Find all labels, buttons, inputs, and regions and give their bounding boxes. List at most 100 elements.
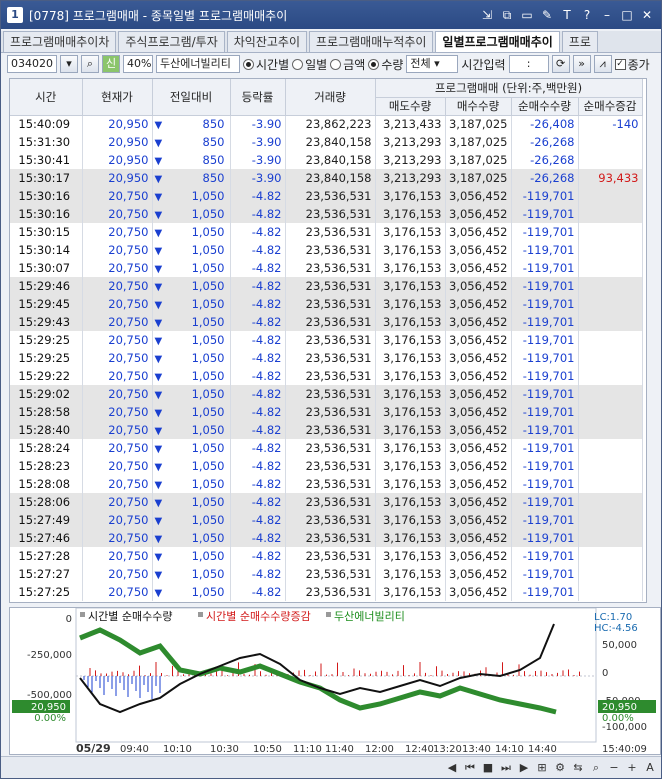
table-cell: ▼ 1,050	[152, 421, 231, 439]
header-price[interactable]: 현재가	[82, 79, 153, 116]
down-arrow-icon: ▼	[154, 264, 163, 275]
scroll-left-icon[interactable]: ◀	[445, 761, 459, 774]
select-all[interactable]: 전체 ▾	[406, 55, 459, 73]
header-change[interactable]: 전일대비	[152, 79, 231, 116]
maximize-icon[interactable]: □	[619, 7, 635, 23]
table-cell: 20,750	[82, 349, 153, 367]
stop-icon[interactable]: ■	[481, 761, 495, 774]
date-label: 05/29	[76, 742, 111, 754]
chart-type-icon[interactable]: ⊞	[535, 761, 549, 774]
radio-time-dot[interactable]	[243, 58, 254, 70]
tab-4[interactable]: 일별프로그램매매추이	[435, 31, 560, 52]
radio-day[interactable]: 일별	[292, 56, 327, 73]
radio-time[interactable]: 시간별	[243, 56, 289, 73]
table-row[interactable]: 15:30:16 20,750 ▼ 1,050 -4.82 23,536,531 3,176…	[10, 205, 643, 223]
header-net-qty[interactable]: 순매수수량	[511, 97, 579, 116]
radio-qty[interactable]: 수량	[368, 56, 403, 73]
chart-toggle-icon[interactable]: ⩘	[593, 55, 612, 73]
table-row[interactable]: 15:28:58 20,750 ▼ 1,050 -4.82 23,536,531 3,176…	[10, 403, 643, 421]
page-next-icon[interactable]: ▶	[517, 761, 531, 774]
table-row[interactable]: 15:30:17 20,950 ▼ 850 -3.90 23,840,158 3,213,2…	[10, 169, 643, 187]
radio-day-dot[interactable]	[292, 58, 304, 70]
table-row[interactable]: 15:27:46 20,750 ▼ 1,050 -4.82 23,536,531 3,176…	[10, 529, 643, 547]
radio-amount[interactable]: 금액	[330, 56, 365, 73]
table-row[interactable]: 15:31:30 20,950 ▼ 850 -3.90 23,840,158 3,213,2…	[10, 133, 643, 151]
window-title: [0778] 프로그램매매 - 종목일별 프로그램매매추이	[29, 7, 479, 24]
legend-label: 두산에너빌리티	[334, 610, 405, 623]
search-icon[interactable]: ⌕	[81, 55, 99, 73]
data-table-container[interactable]: 시간 현재가 전일대비 등락률 거래량 프로그램매매 (단위:주,백만원) 매도…	[9, 78, 647, 603]
table-row[interactable]: 15:28:08 20,750 ▼ 1,050 -4.82 23,536,531 3,176…	[10, 475, 643, 493]
table-row[interactable]: 15:30:41 20,950 ▼ 850 -3.90 23,840,158 3,213,2…	[10, 151, 643, 169]
table-cell: -119,701	[511, 259, 579, 277]
table-row[interactable]: 15:28:24 20,750 ▼ 1,050 -4.82 23,536,531 3,176…	[10, 439, 643, 457]
table-cell: 3,056,452	[445, 295, 512, 313]
tab-1[interactable]: 주식프로그램/투자	[118, 31, 225, 52]
font-icon[interactable]: T	[559, 7, 575, 23]
table-row[interactable]: 15:27:25 20,750 ▼ 1,050 -4.82 23,536,531 3,176…	[10, 583, 643, 601]
header-time[interactable]: 시간	[10, 79, 83, 116]
header-buy-qty[interactable]: 매수수량	[445, 97, 512, 116]
radio-amount-dot[interactable]	[330, 58, 342, 70]
table-row[interactable]: 15:30:07 20,750 ▼ 1,050 -4.82 23,536,531 3,176…	[10, 259, 643, 277]
table-row[interactable]: 15:29:43 20,750 ▼ 1,050 -4.82 23,536,531 3,176…	[10, 313, 643, 331]
table-cell	[578, 151, 643, 169]
tab-0[interactable]: 프로그램매매추이차	[3, 31, 117, 52]
table-row[interactable]: 15:28:23 20,750 ▼ 1,050 -4.82 23,536,531 3,176…	[10, 457, 643, 475]
first-icon[interactable]: ⏮	[463, 761, 477, 775]
table-row[interactable]: 15:29:25 20,750 ▼ 1,050 -4.82 23,536,531 3,176…	[10, 331, 643, 349]
text-size-icon[interactable]: A	[643, 761, 657, 774]
down-arrow-icon: ▼	[154, 336, 163, 347]
magnify-icon[interactable]: ⌕	[589, 761, 603, 775]
table-cell: 15:30:15	[10, 223, 83, 241]
table-row[interactable]: 15:28:06 20,750 ▼ 1,050 -4.82 23,536,531 3,176…	[10, 493, 643, 511]
table-cell: -140	[578, 115, 643, 133]
help-icon[interactable]: ?	[579, 7, 595, 23]
zoom-in-icon[interactable]: +	[625, 761, 639, 774]
next-icon[interactable]: »	[572, 55, 591, 73]
table-row[interactable]: 15:30:16 20,750 ▼ 1,050 -4.82 23,536,531 3,176…	[10, 187, 643, 205]
zoom-out-icon[interactable]: −	[607, 761, 621, 774]
time-input[interactable]: :	[508, 55, 549, 73]
new-badge[interactable]: 신	[102, 55, 120, 73]
tab-3[interactable]: 프로그램매매누적추이	[309, 31, 434, 52]
table-row[interactable]: 15:27:49 20,750 ▼ 1,050 -4.82 23,536,531 3,176…	[10, 511, 643, 529]
table-row[interactable]: 15:30:15 20,750 ▼ 1,050 -4.82 23,536,531 3,176…	[10, 223, 643, 241]
minimize-icon[interactable]: –	[599, 7, 615, 23]
chart-panel[interactable]: 시간별 순매수수량 시간별 순매수수량증감 두산에너빌리티 0 -250,000 -500…	[9, 607, 661, 755]
settings-icon[interactable]: ✎	[539, 7, 555, 23]
pin-icon[interactable]: ⇲	[479, 7, 495, 23]
table-cell: 15:29:25	[10, 349, 83, 367]
stock-code-input[interactable]: 034020	[7, 55, 57, 73]
radio-qty-dot[interactable]	[368, 58, 380, 70]
table-row[interactable]: 15:29:25 20,750 ▼ 1,050 -4.82 23,536,531 3,176…	[10, 349, 643, 367]
table-row[interactable]: 15:27:28 20,750 ▼ 1,050 -4.82 23,536,531 3,176…	[10, 547, 643, 565]
refresh-icon[interactable]: ⟳	[551, 55, 570, 73]
code-dropdown-icon[interactable]: ▾	[60, 55, 78, 73]
vertical-scrollbar[interactable]	[647, 78, 661, 603]
tab-5[interactable]: 프로	[561, 31, 598, 52]
link-chart-icon[interactable]: ⇆	[571, 761, 585, 774]
tab-2[interactable]: 차익잔고추이	[226, 31, 307, 52]
table-row[interactable]: 15:29:46 20,750 ▼ 1,050 -4.82 23,536,531 3,176…	[10, 277, 643, 295]
header-volume[interactable]: 거래량	[285, 79, 376, 116]
last-icon[interactable]: ⏭	[499, 761, 513, 775]
header-net-change[interactable]: 순매수증감	[578, 97, 643, 116]
header-sell-qty[interactable]: 매도수량	[375, 97, 446, 116]
copy-icon[interactable]: ▭	[519, 7, 535, 23]
table-row[interactable]: 15:28:40 20,750 ▼ 1,050 -4.82 23,536,531 3,176…	[10, 421, 643, 439]
table-row[interactable]: 15:29:02 20,750 ▼ 1,050 -4.82 23,536,531 3,176…	[10, 385, 643, 403]
table-row[interactable]: 15:29:22 20,750 ▼ 1,050 -4.82 23,536,531 3,176…	[10, 367, 643, 385]
table-row[interactable]: 15:40:09 20,950 ▼ 850 -3.90 23,862,223 3,213,4…	[10, 115, 643, 133]
table-cell: 20,950	[82, 169, 153, 187]
close-price-checkbox[interactable]: ✓ 종가	[614, 56, 650, 73]
config-icon[interactable]: ⚙	[553, 761, 567, 774]
close-icon[interactable]: ✕	[639, 7, 655, 23]
table-row[interactable]: 15:30:14 20,750 ▼ 1,050 -4.82 23,536,531 3,176…	[10, 241, 643, 259]
table-row[interactable]: 15:27:27 20,750 ▼ 1,050 -4.82 23,536,531 3,176…	[10, 565, 643, 583]
header-rate[interactable]: 등락률	[230, 79, 286, 116]
link-icon[interactable]: ⧉	[499, 7, 515, 23]
table-row[interactable]: 15:29:45 20,750 ▼ 1,050 -4.82 23,536,531 3,176…	[10, 295, 643, 313]
table-cell: 3,176,153	[375, 241, 446, 259]
checkbox-check-icon[interactable]: ✓	[614, 58, 626, 70]
